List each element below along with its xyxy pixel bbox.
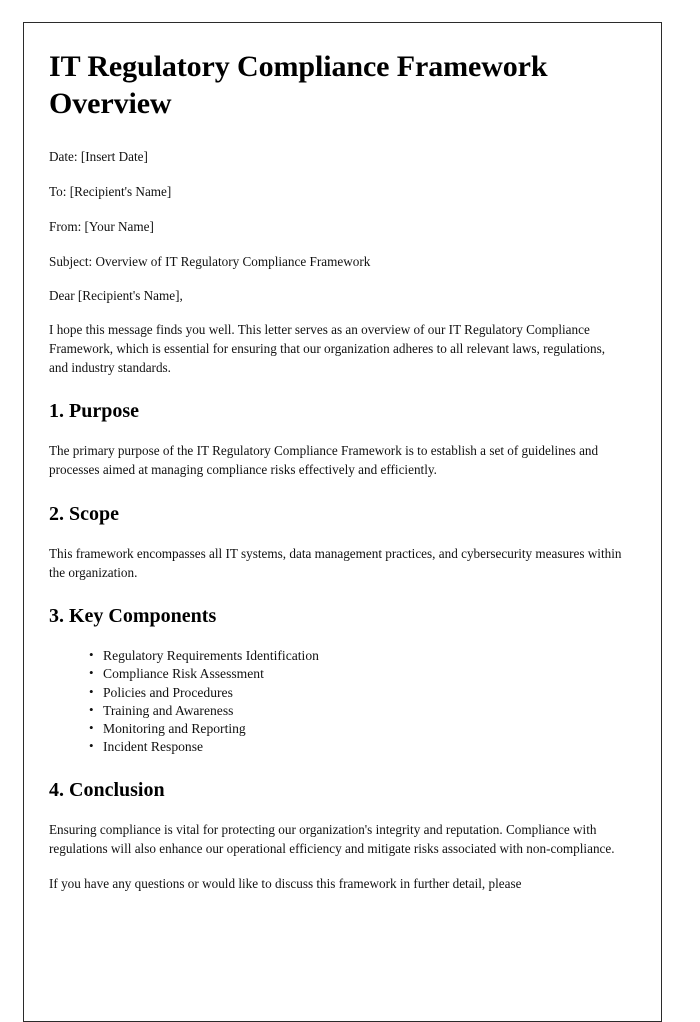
section-body-purpose: The primary purpose of the IT Regulatory… <box>49 443 599 478</box>
list-item: Policies and Procedures <box>89 683 625 702</box>
key-components-list: Regulatory Requirements Identification C… <box>49 646 625 756</box>
list-item: Incident Response <box>89 737 625 756</box>
list-item: Regulatory Requirements Identification <box>89 646 625 665</box>
salutation: Dear [Recipient's Name], <box>49 288 183 304</box>
document-page: IT Regulatory Compliance Framework Overv… <box>23 22 662 1022</box>
list-item: Training and Awareness <box>89 701 625 720</box>
section-heading-key-components: 3. Key Components <box>49 605 217 628</box>
conclusion-section: 4. Conclusion Ensuring compliance is vit… <box>49 778 625 894</box>
closing-paragraph: If you have any questions or would like … <box>49 876 522 892</box>
section-heading-purpose: 1. Purpose <box>49 400 139 423</box>
section-body-conclusion: Ensuring compliance is vital for protect… <box>49 821 615 856</box>
meta-to: To: [Recipient's Name] <box>49 184 172 199</box>
section-heading-scope: 2. Scope <box>49 502 119 525</box>
page-title: IT Regulatory Compliance Framework Overv… <box>49 50 548 120</box>
list-item: Compliance Risk Assessment <box>89 664 625 683</box>
list-item: Monitoring and Reporting <box>89 719 625 738</box>
section-body-scope: This framework encompasses all IT system… <box>49 545 622 580</box>
meta-from: From: [Your Name] <box>49 218 154 234</box>
section-heading-conclusion: 4. Conclusion <box>49 778 165 801</box>
intro-paragraph: I hope this message finds you well. This… <box>49 322 606 375</box>
meta-subject: Subject: Overview of IT Regulatory Compl… <box>49 253 371 269</box>
document-body: IT Regulatory Compliance Framework Overv… <box>24 23 661 894</box>
meta-date: Date: [Insert Date] <box>49 149 148 165</box>
